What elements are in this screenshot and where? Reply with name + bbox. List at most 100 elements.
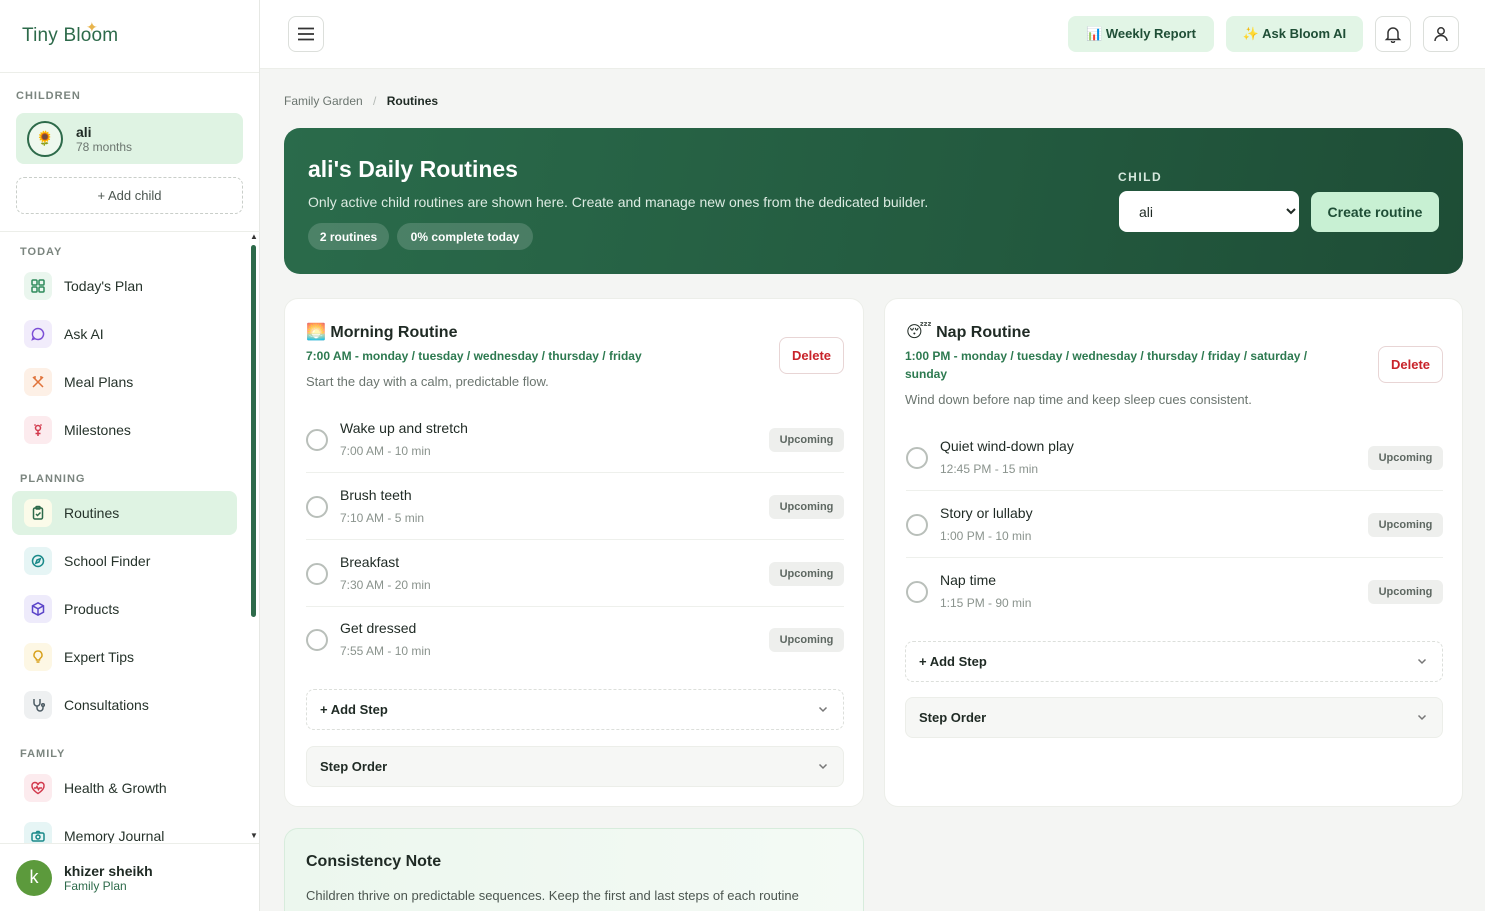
routine-title: 😴 Nap Routine: [906, 322, 1030, 342]
scroll-down-arrow-icon[interactable]: ▼: [250, 831, 258, 840]
create-routine-button[interactable]: Create routine: [1311, 192, 1439, 232]
note-text: Children thrive on predictable sequences…: [306, 888, 799, 903]
sidebar-item-label: Milestones: [64, 422, 131, 438]
sidebar-item-ask-ai[interactable]: Ask AI: [12, 312, 237, 356]
add-step-accordion[interactable]: + Add Step: [905, 641, 1443, 682]
routine-description: Start the day with a calm, predictable f…: [306, 374, 549, 389]
user-icon: [1434, 27, 1448, 42]
sidebar-item-label: Health & Growth: [64, 780, 167, 796]
routine-description: Wind down before nap time and keep sleep…: [905, 392, 1252, 407]
section-title-planning: PLANNING: [20, 473, 86, 485]
sidebar-item-products[interactable]: Products: [12, 587, 237, 631]
notifications-button[interactable]: [1375, 16, 1411, 52]
scroll-up-arrow-icon[interactable]: ▲: [250, 232, 258, 241]
sidebar-item-milestones[interactable]: Milestones: [12, 408, 237, 452]
sparkle-icon: ✦: [86, 19, 98, 35]
status-badge: Upcoming: [1368, 446, 1443, 470]
compass-icon: [24, 547, 52, 575]
status-badge: Upcoming: [1368, 513, 1443, 537]
sidebar-item-label: Memory Journal: [64, 828, 165, 843]
step-name: Brush teeth: [340, 487, 412, 503]
profile-button[interactable]: [1423, 16, 1459, 52]
sidebar-item-memory-journal[interactable]: Memory Journal: [12, 814, 237, 843]
sidebar-item-expert-tips[interactable]: Expert Tips: [12, 635, 237, 679]
breadcrumb-root[interactable]: Family Garden: [284, 94, 363, 108]
step-meta: 7:10 AM - 5 min: [340, 511, 425, 525]
ask-bloom-ai-button[interactable]: ✨ Ask Bloom AI: [1226, 16, 1363, 52]
routine-title-text: Morning Routine: [330, 324, 458, 341]
routine-step: Brush teeth 7:10 AM - 5 min Upcoming: [306, 474, 844, 540]
sidebar-item-routines[interactable]: Routines: [12, 491, 237, 535]
add-step-accordion[interactable]: + Add Step: [306, 689, 844, 730]
step-meta: 1:00 PM - 10 min: [940, 529, 1032, 543]
logo[interactable]: Tiny Bloom ✦: [0, 0, 259, 73]
children-section-title: CHILDREN: [16, 90, 81, 102]
menu-button[interactable]: [288, 16, 324, 52]
step-checkbox[interactable]: [306, 629, 328, 651]
step-order-label: Step Order: [919, 710, 987, 725]
sleeping-face-icon: 😴: [906, 324, 932, 341]
sidebar-item-label: Ask AI: [64, 326, 104, 342]
step-meta: 7:30 AM - 20 min: [340, 578, 431, 592]
step-meta: 7:00 AM - 10 min: [340, 444, 431, 458]
child-card-ali[interactable]: 🌻 ali 78 months: [16, 113, 243, 164]
sidebar-item-label: School Finder: [64, 553, 151, 569]
step-order-label: Step Order: [320, 759, 388, 774]
child-avatar: 🌻: [27, 120, 63, 157]
hamburger-icon: [298, 27, 314, 41]
step-order-accordion[interactable]: Step Order: [905, 697, 1443, 738]
section-title-family: FAMILY: [20, 748, 66, 760]
step-checkbox[interactable]: [906, 514, 928, 536]
topbar: 📊 Weekly Report ✨ Ask Bloom AI: [260, 0, 1485, 69]
breadcrumb-current: Routines: [386, 94, 439, 108]
routine-step: Nap time 1:15 PM - 90 min Upcoming: [906, 559, 1443, 625]
sidebar-item-todays-plan[interactable]: Today's Plan: [12, 264, 237, 308]
bell-icon: [1384, 27, 1402, 43]
step-checkbox[interactable]: [306, 429, 328, 451]
sidebar-item-label: Meal Plans: [64, 374, 134, 390]
completion-chip: 0% complete today: [397, 223, 533, 250]
status-badge: Upcoming: [769, 428, 844, 452]
add-child-button[interactable]: + Add child: [16, 177, 243, 214]
routine-card-morning: 🌅 Morning Routine 7:00 AM - monday / tue…: [284, 298, 864, 807]
stethoscope-icon: [24, 691, 52, 719]
sidebar-item-meal-plans[interactable]: Meal Plans: [12, 360, 237, 404]
child-select[interactable]: ali: [1119, 191, 1299, 232]
utensils-icon: [24, 368, 52, 396]
step-checkbox[interactable]: [906, 447, 928, 469]
sidebar-item-school-finder[interactable]: School Finder: [12, 539, 237, 583]
routine-title-text: Nap Routine: [936, 324, 1031, 341]
sidebar-item-label: Expert Tips: [64, 649, 135, 665]
sidebar-item-label: Routines: [64, 505, 120, 521]
delete-routine-button[interactable]: Delete: [779, 337, 844, 374]
status-badge: Upcoming: [769, 495, 844, 519]
step-order-accordion[interactable]: Step Order: [306, 746, 844, 787]
lightbulb-icon: [24, 643, 52, 671]
sunrise-icon: 🌅: [306, 324, 326, 341]
sidebar-item-label: Today's Plan: [64, 278, 143, 294]
routine-schedule: 1:00 PM - monday / tuesday / wednesday /…: [905, 349, 1308, 381]
user-profile[interactable]: k khizer sheikh Family Plan: [0, 843, 259, 911]
step-checkbox[interactable]: [906, 581, 928, 603]
step-name: Wake up and stretch: [340, 420, 468, 436]
consistency-note: Consistency Note Children thrive on pred…: [284, 828, 864, 911]
routine-schedule: 7:00 AM - monday / tuesday / wednesday /…: [306, 349, 642, 363]
step-name: Nap time: [940, 572, 997, 588]
weekly-report-button[interactable]: 📊 Weekly Report: [1068, 16, 1214, 52]
child-select-label: CHILD: [1118, 170, 1163, 184]
flower-icon: [24, 416, 52, 444]
routine-title: 🌅 Morning Routine: [306, 322, 457, 342]
step-checkbox[interactable]: [306, 496, 328, 518]
note-title: Consistency Note: [306, 853, 442, 870]
step-checkbox[interactable]: [306, 563, 328, 585]
sidebar-scrollbar-thumb[interactable]: [251, 245, 256, 617]
chevron-down-icon: [818, 763, 828, 770]
status-badge: Upcoming: [769, 628, 844, 652]
delete-routine-button[interactable]: Delete: [1378, 346, 1443, 383]
sidebar-item-consultations[interactable]: Consultations: [12, 683, 237, 727]
page-title: ali's Daily Routines: [308, 156, 518, 182]
step-meta: 7:55 AM - 10 min: [340, 644, 431, 658]
sidebar-item-health-growth[interactable]: Health & Growth: [12, 766, 237, 810]
clipboard-icon: [24, 499, 52, 527]
section-title-today: TODAY: [20, 246, 63, 258]
